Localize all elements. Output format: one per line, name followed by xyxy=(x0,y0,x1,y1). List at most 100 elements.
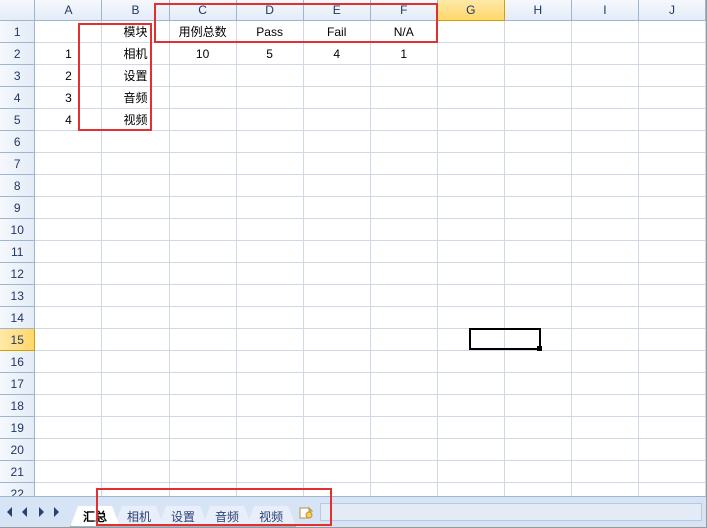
cell-B3[interactable]: 设置 xyxy=(102,65,169,87)
sheet-tab-1[interactable]: 相机 xyxy=(114,506,164,527)
cell-D17[interactable] xyxy=(237,373,304,395)
cell-H4[interactable] xyxy=(505,87,572,109)
cell-D8[interactable] xyxy=(237,175,304,197)
cell-C20[interactable] xyxy=(170,439,237,461)
cell-F8[interactable] xyxy=(371,175,438,197)
cell-F5[interactable] xyxy=(371,109,438,131)
cell-F4[interactable] xyxy=(371,87,438,109)
cell-E16[interactable] xyxy=(304,351,371,373)
cell-C13[interactable] xyxy=(170,285,237,307)
cell-A19[interactable] xyxy=(35,417,102,439)
cell-F3[interactable] xyxy=(371,65,438,87)
cell-B19[interactable] xyxy=(102,417,169,439)
row-header-3[interactable]: 3 xyxy=(0,65,35,87)
cell-J16[interactable] xyxy=(639,351,706,373)
cell-C6[interactable] xyxy=(170,131,237,153)
cell-H21[interactable] xyxy=(505,461,572,483)
cell-F20[interactable] xyxy=(371,439,438,461)
cell-E2[interactable]: 4 xyxy=(304,43,371,65)
cell-E12[interactable] xyxy=(304,263,371,285)
cell-G16[interactable] xyxy=(438,351,505,373)
cell-F21[interactable] xyxy=(371,461,438,483)
row-header-8[interactable]: 8 xyxy=(0,175,35,197)
cell-J11[interactable] xyxy=(639,241,706,263)
new-sheet-button[interactable] xyxy=(296,503,316,521)
cell-D4[interactable] xyxy=(237,87,304,109)
cell-C3[interactable] xyxy=(170,65,237,87)
cell-A14[interactable] xyxy=(35,307,102,329)
tab-nav-prev[interactable] xyxy=(18,503,32,521)
cell-D18[interactable] xyxy=(237,395,304,417)
cell-I6[interactable] xyxy=(572,131,639,153)
sheet-tab-3[interactable]: 音频 xyxy=(202,506,252,527)
col-header-A[interactable]: A xyxy=(35,0,102,21)
cell-F18[interactable] xyxy=(371,395,438,417)
cell-J17[interactable] xyxy=(639,373,706,395)
col-header-I[interactable]: I xyxy=(572,0,639,21)
col-header-H[interactable]: H xyxy=(505,0,572,21)
cell-C1[interactable]: 用例总数 xyxy=(170,21,237,43)
cell-H22[interactable] xyxy=(505,483,572,497)
col-header-F[interactable]: F xyxy=(371,0,438,21)
row-header-15[interactable]: 15 xyxy=(0,329,35,351)
cell-C17[interactable] xyxy=(170,373,237,395)
cell-D11[interactable] xyxy=(237,241,304,263)
cell-C18[interactable] xyxy=(170,395,237,417)
cell-I3[interactable] xyxy=(572,65,639,87)
cell-D1[interactable]: Pass xyxy=(237,21,304,43)
row-header-18[interactable]: 18 xyxy=(0,395,35,417)
cell-F2[interactable]: 1 xyxy=(371,43,438,65)
cell-A18[interactable] xyxy=(35,395,102,417)
cell-C7[interactable] xyxy=(170,153,237,175)
cell-F11[interactable] xyxy=(371,241,438,263)
cell-B16[interactable] xyxy=(102,351,169,373)
cell-I22[interactable] xyxy=(572,483,639,497)
sheet-tab-0[interactable]: 汇总 xyxy=(70,506,120,527)
cell-B20[interactable] xyxy=(102,439,169,461)
cell-A16[interactable] xyxy=(35,351,102,373)
cell-B21[interactable] xyxy=(102,461,169,483)
cell-G14[interactable] xyxy=(438,307,505,329)
cell-E5[interactable] xyxy=(304,109,371,131)
cell-I12[interactable] xyxy=(572,263,639,285)
cell-D6[interactable] xyxy=(237,131,304,153)
col-header-G[interactable]: G xyxy=(438,0,505,21)
cell-E21[interactable] xyxy=(304,461,371,483)
cell-J18[interactable] xyxy=(639,395,706,417)
cell-G8[interactable] xyxy=(438,175,505,197)
cell-G21[interactable] xyxy=(438,461,505,483)
cell-I7[interactable] xyxy=(572,153,639,175)
cell-F19[interactable] xyxy=(371,417,438,439)
cell-G7[interactable] xyxy=(438,153,505,175)
cell-E4[interactable] xyxy=(304,87,371,109)
cell-J5[interactable] xyxy=(639,109,706,131)
cell-E6[interactable] xyxy=(304,131,371,153)
cell-D21[interactable] xyxy=(237,461,304,483)
cell-B4[interactable]: 音频 xyxy=(102,87,169,109)
cell-D9[interactable] xyxy=(237,197,304,219)
cell-A15[interactable] xyxy=(35,329,102,351)
cell-I15[interactable] xyxy=(572,329,639,351)
cell-E13[interactable] xyxy=(304,285,371,307)
cell-C22[interactable] xyxy=(170,483,237,497)
cell-B8[interactable] xyxy=(102,175,169,197)
cell-B13[interactable] xyxy=(102,285,169,307)
cell-I8[interactable] xyxy=(572,175,639,197)
row-header-17[interactable]: 17 xyxy=(0,373,35,395)
cell-I21[interactable] xyxy=(572,461,639,483)
cell-G6[interactable] xyxy=(438,131,505,153)
row-header-9[interactable]: 9 xyxy=(0,197,35,219)
cell-I5[interactable] xyxy=(572,109,639,131)
cell-G20[interactable] xyxy=(438,439,505,461)
cell-F15[interactable] xyxy=(371,329,438,351)
cell-H18[interactable] xyxy=(505,395,572,417)
cell-H16[interactable] xyxy=(505,351,572,373)
cell-F13[interactable] xyxy=(371,285,438,307)
cell-F12[interactable] xyxy=(371,263,438,285)
horizontal-scrollbar[interactable] xyxy=(320,503,702,521)
row-header-21[interactable]: 21 xyxy=(0,461,35,483)
cell-I1[interactable] xyxy=(572,21,639,43)
tab-nav-last[interactable] xyxy=(50,503,64,521)
cell-D14[interactable] xyxy=(237,307,304,329)
cell-D10[interactable] xyxy=(237,219,304,241)
